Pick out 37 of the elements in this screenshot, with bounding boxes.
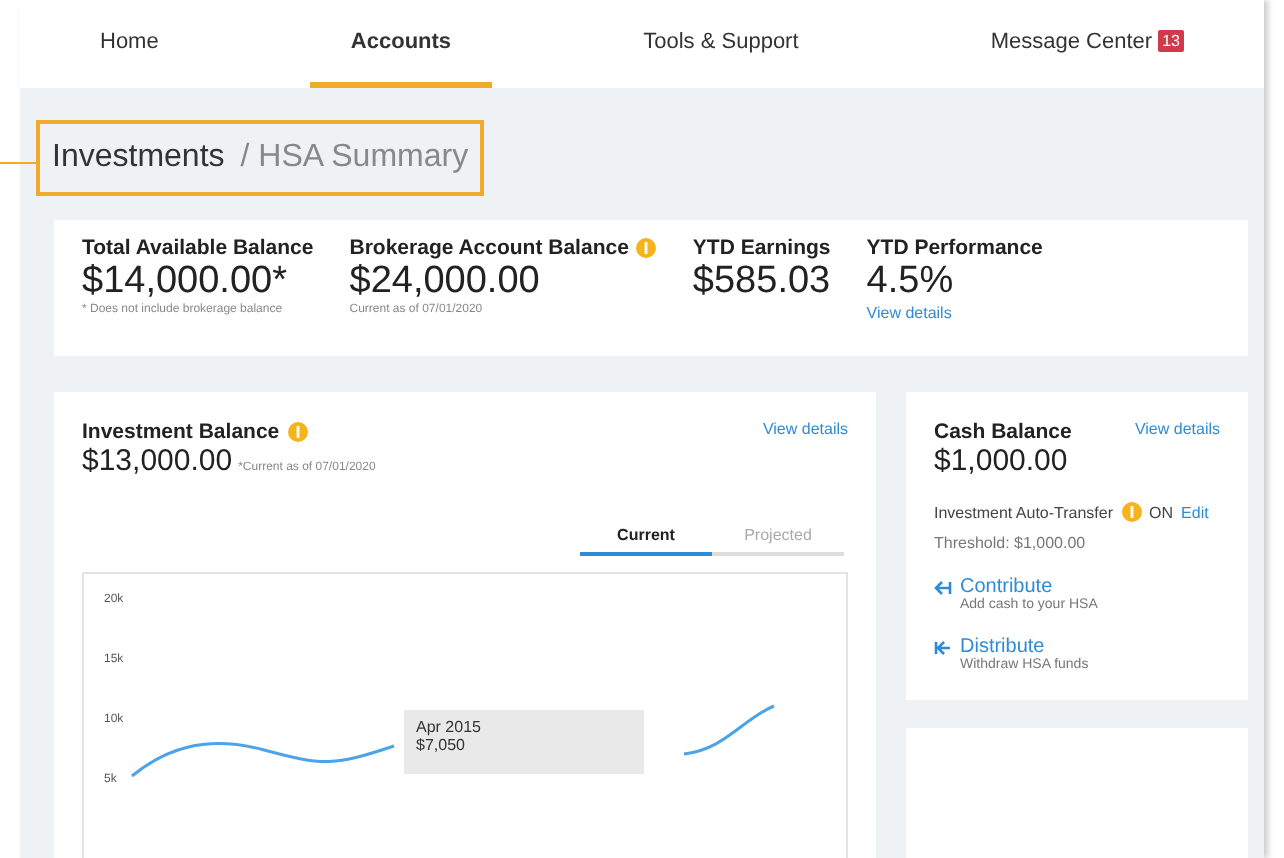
transfer-label: Investment Auto-Transfer bbox=[934, 503, 1114, 521]
arrow-left-icon bbox=[934, 579, 952, 595]
view-details-link[interactable]: View details bbox=[762, 420, 848, 438]
summary-label: YTD Performance bbox=[866, 236, 1043, 260]
summary-label: YTD Earnings bbox=[692, 236, 831, 260]
transfer-state: ON bbox=[1149, 503, 1174, 521]
nav-tab[interactable]: Accounts bbox=[310, 0, 492, 88]
tooltip-value: $7,050 bbox=[416, 736, 467, 754]
help-icon[interactable] bbox=[636, 238, 657, 258]
card-title: Investment Balance bbox=[82, 420, 280, 444]
summary-value: $24,000.00 bbox=[349, 260, 542, 303]
edit-link[interactable]: Edit bbox=[1181, 503, 1209, 521]
tooltip-date: Apr 2015 bbox=[416, 718, 483, 736]
summary-value: 4.5% bbox=[866, 260, 956, 304]
view-details-link[interactable]: View details bbox=[1134, 420, 1220, 438]
count-badge: 13 bbox=[1158, 30, 1184, 52]
arrow-bar-icon bbox=[934, 639, 952, 655]
distribute-link[interactable]: Distribute bbox=[934, 636, 1220, 658]
balance-value: $13,000.00 bbox=[82, 444, 233, 478]
threshold-text: Threshold: $1,000.00 bbox=[934, 534, 1088, 552]
summary-label: Brokerage Account Balance bbox=[349, 236, 629, 260]
breadcrumb-page: / HSA Summary bbox=[240, 140, 469, 176]
chart-tab[interactable]: Current bbox=[580, 518, 712, 556]
help-icon[interactable] bbox=[287, 422, 308, 442]
summary-label: Total Available Balance bbox=[82, 236, 314, 260]
summary-value: $14,000.00* bbox=[82, 260, 289, 303]
card-title: Cash Balance bbox=[934, 420, 1072, 444]
nav-tab[interactable]: Tools & Support bbox=[603, 0, 839, 88]
nav-tab[interactable]: Message Center 13 bbox=[950, 0, 1224, 88]
breadcrumb-section: Investments bbox=[52, 140, 225, 176]
nav-tab[interactable]: Home bbox=[60, 0, 199, 88]
summary-value: $585.03 bbox=[692, 260, 831, 304]
contribute-link[interactable]: Contribute bbox=[934, 576, 1220, 598]
view-details-link[interactable]: View details bbox=[866, 304, 1043, 322]
cash-value: $1,000.00 bbox=[934, 444, 1070, 478]
help-icon[interactable] bbox=[1121, 502, 1142, 522]
chart-tab[interactable]: Projected bbox=[712, 518, 844, 556]
